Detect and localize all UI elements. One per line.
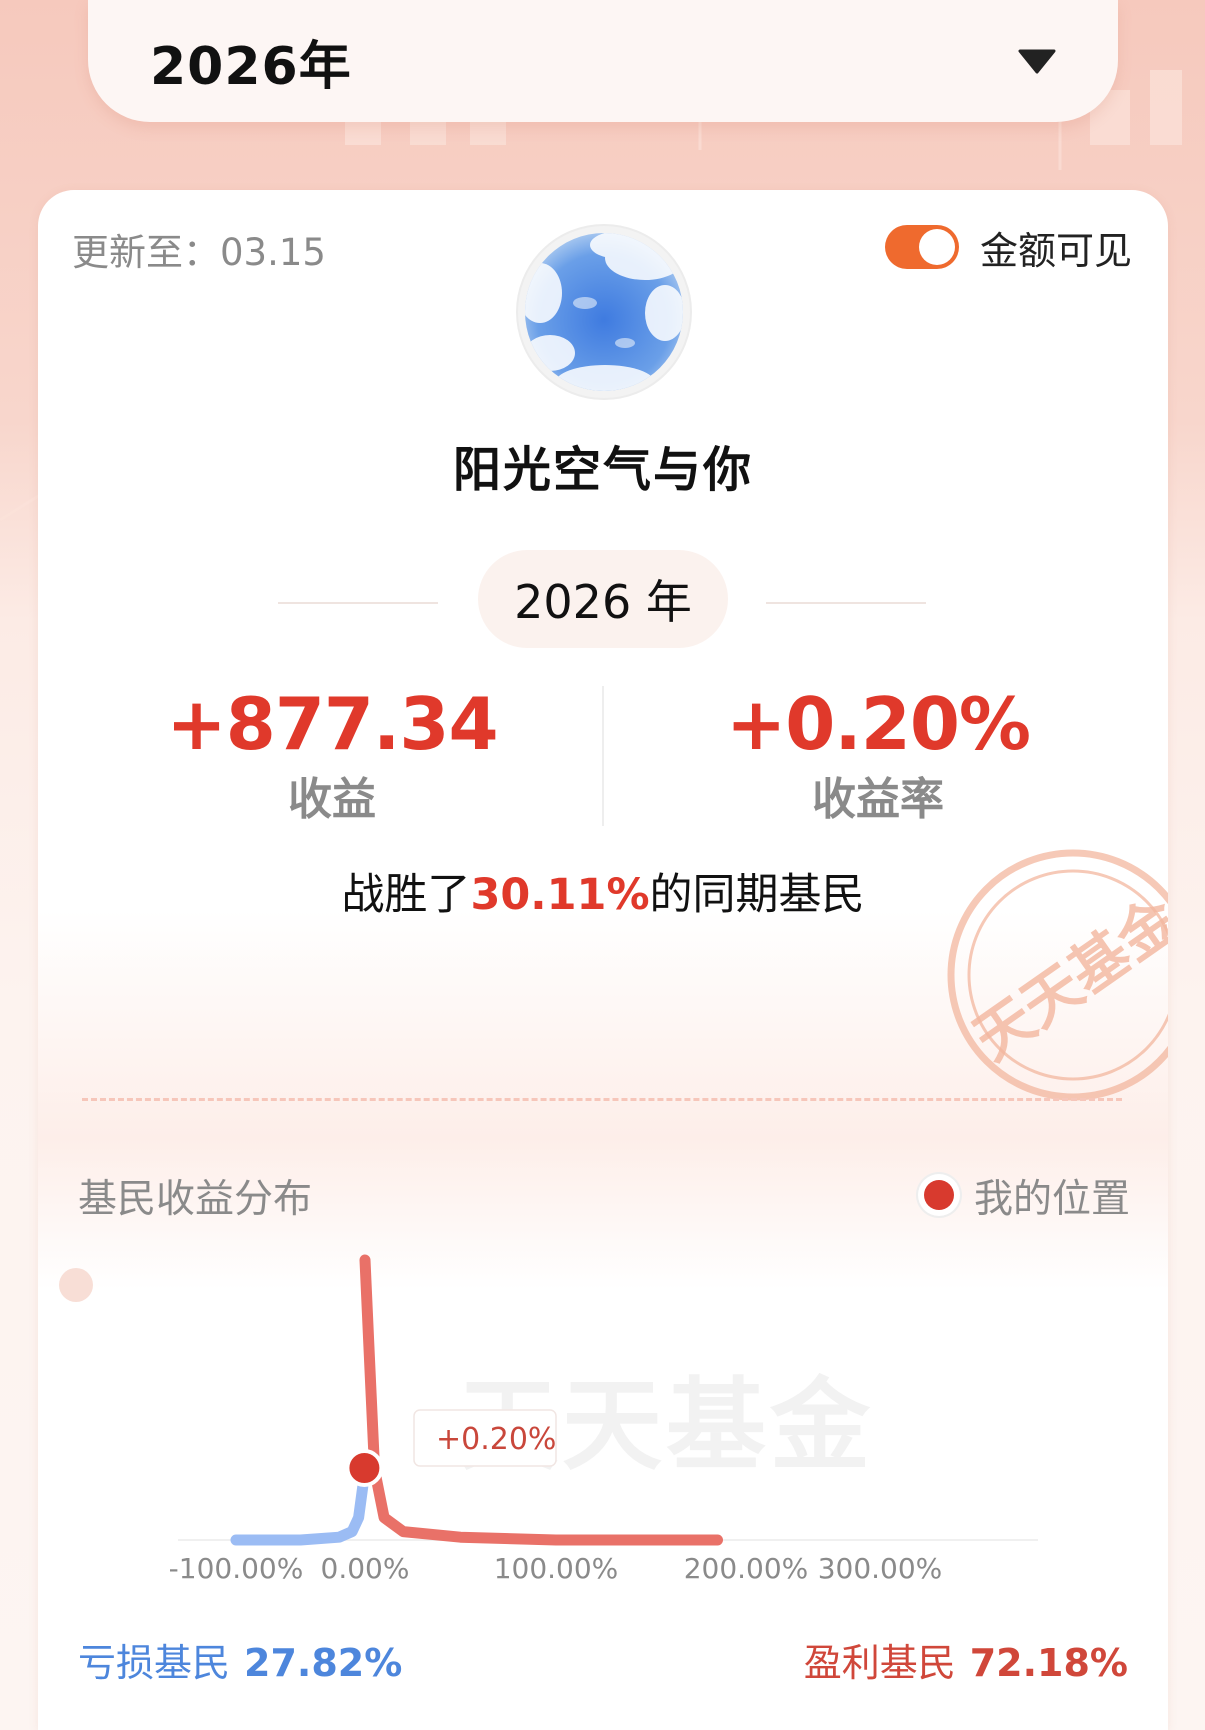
dashed-separator [82,1098,1122,1101]
x-tick-label: 0.00% [320,1552,410,1585]
amount-visible-label: 金额可见 [980,229,1133,273]
avatar[interactable] [516,224,692,400]
gain-percentage: 72.18% [969,1641,1128,1685]
x-tick-label: -100.00% [168,1552,304,1585]
triangle-down-icon [1018,49,1056,74]
income-stat: +877.34 收益 [72,678,592,830]
loss-label: 亏损基民 [78,1641,231,1685]
period-badge: 2026 年 [478,550,728,648]
my-position-marker [345,1449,384,1487]
yield-label: 收益率 [812,774,944,825]
beat-value: 30.11% [470,870,650,920]
x-tick-label: 100.00% [493,1552,619,1585]
beat-suffix: 的同期基民 [649,870,865,920]
stat-divider [602,686,604,826]
annual-summary-card: 更新至：03.15 金额可见 阳光空气与你 2026 年 +877.34 收益 … [38,190,1168,1730]
year-selector-value: 2026年 [150,36,352,97]
sky-cloud-avatar-image [525,233,683,391]
beat-prefix: 战胜了 [341,870,471,920]
stamp-seal: 天天基金 [947,849,1168,1101]
gain-investors-summary: 盈利基民 72.18% [804,1632,1128,1687]
gain-label: 盈利基民 [803,1641,956,1685]
my-position-legend-dot [918,1174,960,1216]
income-value: +877.34 [166,682,498,766]
loss-investors-summary: 亏损基民 27.82% [78,1632,402,1687]
loss-percentage: 27.82% [244,1641,403,1685]
yield-stat: +0.20% 收益率 [618,678,1138,830]
marker-label: +0.20% [436,1422,556,1457]
year-selector[interactable]: 2026年 [88,0,1118,122]
amount-visible-toggle[interactable] [885,225,959,269]
yield-value: +0.20% [725,682,1031,766]
distribution-title: 基民收益分布 [78,1177,313,1222]
marker-label-bubble: +0.20% [413,1409,557,1467]
update-date-label: 更新至：03.15 [72,231,326,274]
user-nickname: 阳光空气与你 [452,442,753,498]
my-position-legend-label: 我的位置 [974,1177,1131,1222]
stamp-text: 天天基金 [961,884,1168,1073]
divider [766,602,926,604]
toggle-knob [919,229,955,265]
loss-distribution-curve [230,1464,371,1546]
x-tick-label: 300.00% [817,1552,943,1585]
x-tick-label: 200.00% [683,1552,809,1585]
divider [278,602,438,604]
income-label: 收益 [288,774,376,825]
